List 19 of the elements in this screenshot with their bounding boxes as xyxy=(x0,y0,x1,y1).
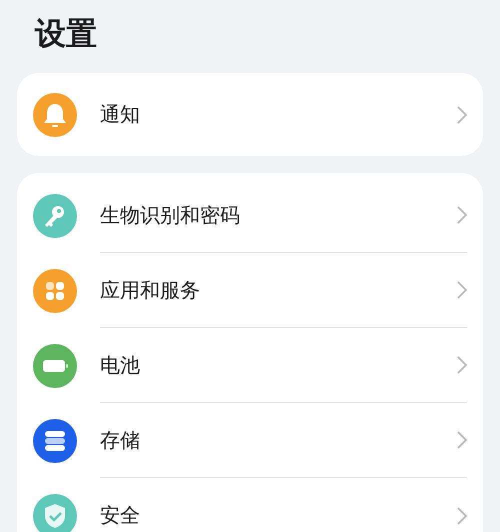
row-label: 通知 xyxy=(100,101,141,128)
chevron-icon xyxy=(457,506,467,524)
settings-row[interactable]: 通知 xyxy=(17,73,483,156)
settings-row[interactable]: 存储 xyxy=(17,403,483,478)
settings-row[interactable]: 安全 xyxy=(17,478,483,532)
row-label: 安全 xyxy=(100,502,141,529)
row-label: 电池 xyxy=(100,352,141,378)
chevron-icon xyxy=(457,281,467,299)
chevron-icon xyxy=(457,431,467,449)
row-label: 存储 xyxy=(100,426,141,454)
chevron-icon xyxy=(457,206,467,224)
settings-row[interactable]: 应用和服务 xyxy=(17,253,483,328)
settings-row[interactable]: 生物识别和密码 xyxy=(17,178,483,253)
page-title: 设置 xyxy=(35,15,98,54)
chevron-icon xyxy=(457,356,467,374)
settings-row[interactable]: 电池 xyxy=(17,328,483,403)
row-label: 应用和服务 xyxy=(100,276,201,304)
chevron-icon xyxy=(457,106,467,124)
row-label: 生物识别和密码 xyxy=(100,202,241,228)
